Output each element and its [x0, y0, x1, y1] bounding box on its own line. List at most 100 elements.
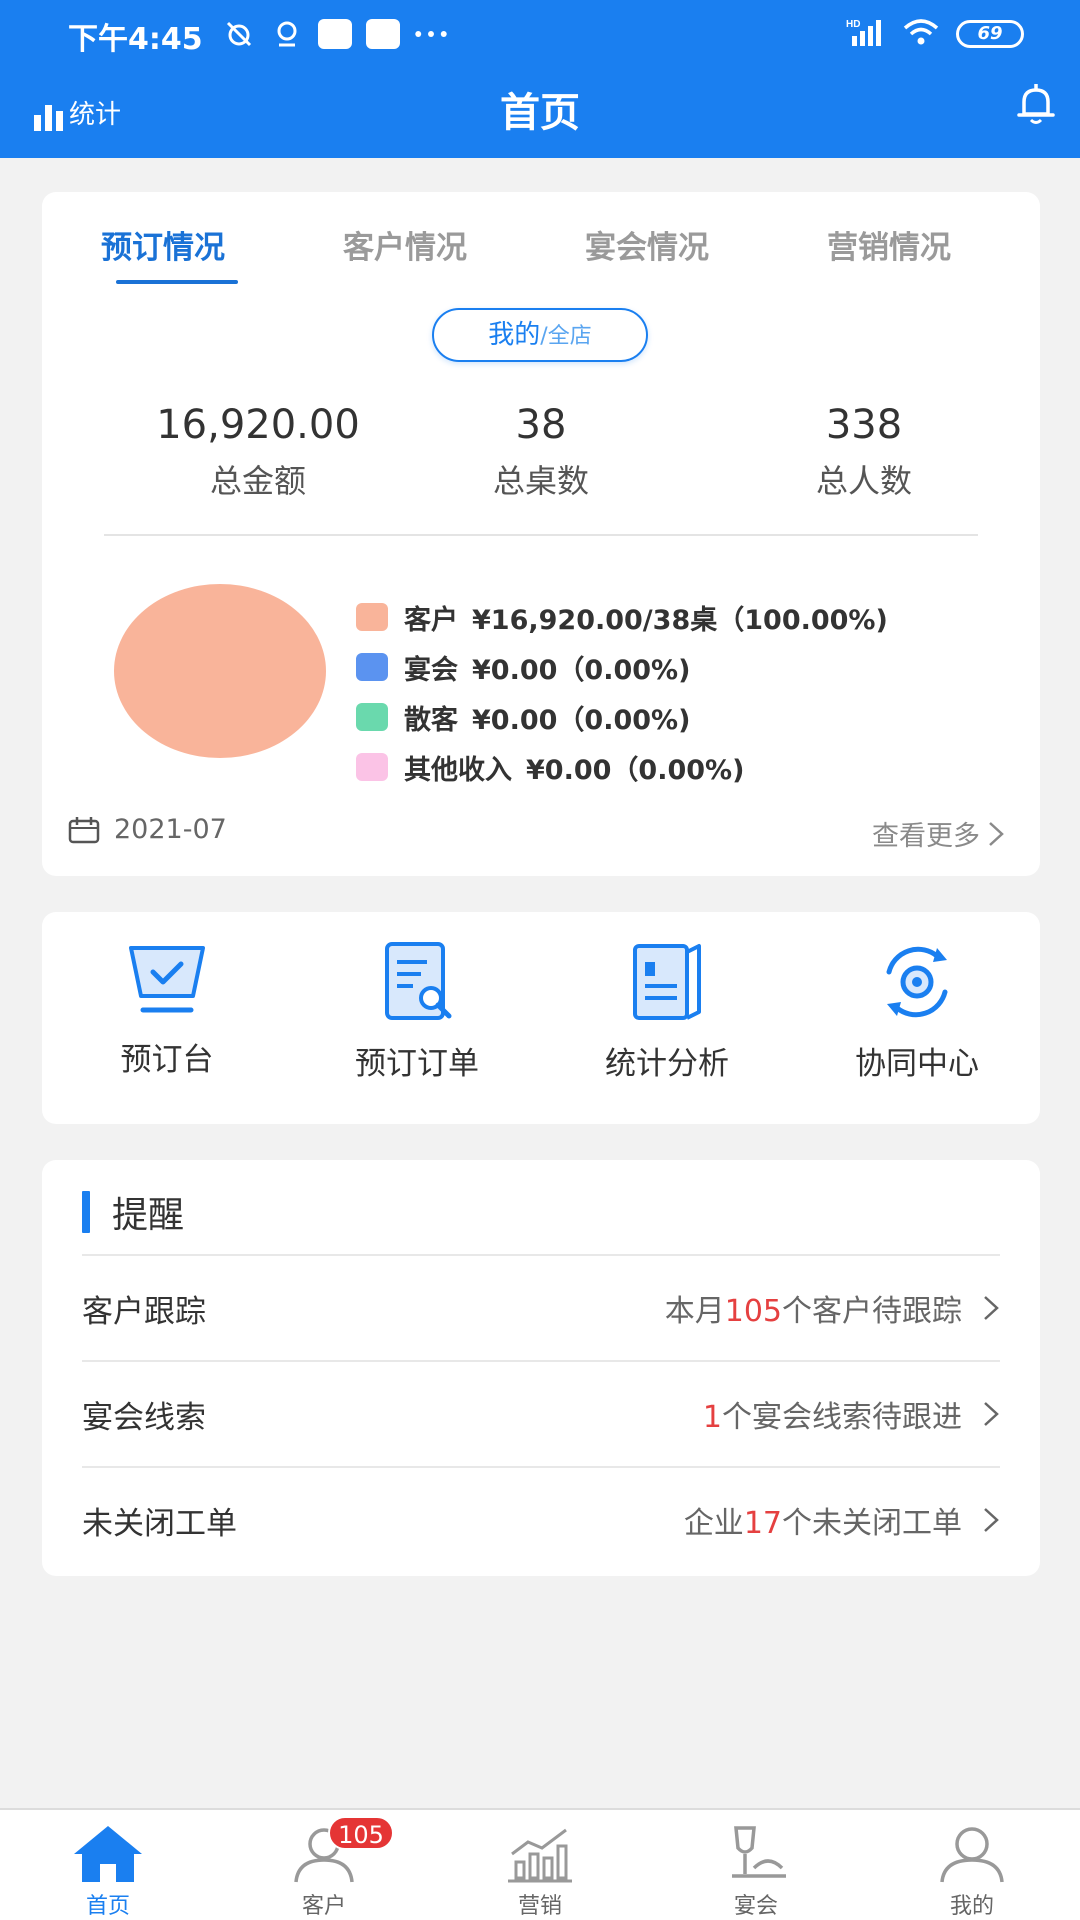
reminder-summary: 企业17个未关闭工单	[684, 1498, 1000, 1542]
legend-swatch	[356, 753, 388, 781]
chevron-right-icon	[984, 1296, 999, 1320]
reminder-count: 1	[702, 1400, 722, 1435]
location-icon	[270, 19, 304, 49]
metrics-row: 16,920.00 总金额 38 总桌数 338 总人数	[42, 402, 1040, 512]
reminder-prefix: 本月	[664, 1294, 725, 1329]
shortcut-booking-desk[interactable]: 预订台	[42, 942, 292, 1079]
nav-marketing[interactable]: 营销	[432, 1824, 648, 1920]
nav-label: 首页	[85, 1894, 130, 1919]
reminder-count: 105	[724, 1294, 782, 1329]
scope-all-label: /全店	[540, 324, 592, 349]
report-book-icon	[633, 944, 701, 1020]
signal-icon: HD	[846, 18, 886, 50]
reminder-summary: 本月105个客户待跟踪	[665, 1286, 1000, 1330]
chevron-right-icon	[984, 1508, 999, 1532]
profile-icon	[940, 1827, 1004, 1883]
nav-banquet[interactable]: 宴会	[648, 1824, 864, 1920]
notification-bell-icon[interactable]	[1012, 80, 1060, 128]
reminder-customer-tracking[interactable]: 客户跟踪 本月105个客户待跟踪	[82, 1254, 1000, 1360]
divider	[104, 534, 978, 536]
wifi-icon	[902, 18, 940, 50]
nav-home[interactable]: 首页	[0, 1824, 216, 1920]
legend-item: 客户 ¥16,920.00/38桌（100.00%)	[356, 592, 888, 642]
active-tab-indicator	[116, 280, 238, 284]
booking-stats-card: 预订情况 客户情况 宴会情况 营销情况 我的/全店 16,920.00 总金额 …	[42, 192, 1040, 876]
legend-swatch	[356, 603, 388, 631]
banquet-icon	[732, 1826, 786, 1878]
reminder-suffix: 个未关闭工单	[782, 1506, 962, 1541]
scope-toggle[interactable]: 我的/全店	[432, 308, 648, 362]
reminders-title: 提醒	[82, 1190, 184, 1236]
nav-customer[interactable]: 105 客户	[216, 1816, 432, 1920]
shortcut-label: 统计分析	[605, 1046, 729, 1082]
metric-value: 338	[825, 402, 903, 448]
reminders-card: 提醒 客户跟踪 本月105个客户待跟踪 宴会线索 1个宴会线索待跟进 未关闭工单…	[42, 1160, 1040, 1576]
home-icon	[74, 1826, 142, 1882]
legend-name: 客户	[404, 604, 458, 636]
period-selector[interactable]: 2021-07	[68, 814, 227, 845]
customer-badge: 105	[328, 1816, 394, 1850]
more-notifications-icon	[414, 19, 448, 49]
chevron-right-icon	[989, 821, 1004, 846]
metric-total-amount: 16,920.00 总金额	[108, 402, 408, 502]
tab-marketing[interactable]: 营销情况	[768, 222, 1010, 267]
legend-item: 宴会 ¥0.00（0.00%)	[356, 642, 888, 692]
legend-value: ¥0.00（0.00%)	[472, 704, 691, 736]
reminder-count: 17	[743, 1506, 782, 1541]
mi-app-icon	[366, 19, 400, 49]
tab-booking[interactable]: 预订情况	[42, 222, 284, 267]
app-header: 下午4:45 HD 69 统计 首页	[0, 0, 1080, 158]
tab-banquet[interactable]: 宴会情况	[526, 222, 768, 267]
status-system-icons: HD 69	[846, 18, 1024, 50]
shortcut-stats-analysis[interactable]: 统计分析	[542, 942, 792, 1083]
legend-name: 其他收入	[404, 754, 512, 786]
reminder-label: 未关闭工单	[82, 1505, 237, 1542]
nav-mine[interactable]: 我的	[864, 1824, 1080, 1920]
metric-value: 38	[515, 402, 567, 448]
scope-mine-label: 我的	[488, 320, 541, 350]
period-date: 2021-07	[114, 814, 227, 845]
legend-item: 散客 ¥0.00（0.00%)	[356, 692, 888, 742]
alarm-off-icon	[222, 19, 256, 49]
shortcut-label: 预订订单	[355, 1046, 479, 1082]
reminder-banquet-leads[interactable]: 宴会线索 1个宴会线索待跟进	[82, 1360, 1000, 1466]
metric-total-tables: 38 总桌数	[391, 402, 691, 502]
status-time: 下午4:45	[68, 22, 203, 57]
view-more-link[interactable]: 查看更多	[872, 814, 1006, 853]
legend-swatch	[356, 703, 388, 731]
legend-item: 其他收入 ¥0.00（0.00%)	[356, 742, 888, 792]
metric-label: 总人数	[815, 462, 912, 500]
legend-name: 散客	[404, 704, 458, 736]
pie-legend: 客户 ¥16,920.00/38桌（100.00%) 宴会 ¥0.00（0.00%) 散…	[356, 592, 888, 792]
legend-value: ¥16,920.00/38桌（100.00%)	[472, 604, 888, 636]
svg-text:HD: HD	[846, 19, 860, 30]
reminder-suffix: 个客户待跟踪	[782, 1294, 962, 1329]
reminder-summary: 1个宴会线索待跟进	[703, 1392, 1000, 1436]
reminder-open-tickets[interactable]: 未关闭工单 企业17个未关闭工单	[82, 1466, 1000, 1572]
shortcuts-card: 预订台 预订订单 统计分析 协同中心	[42, 912, 1040, 1124]
metric-total-people: 338 总人数	[714, 402, 1014, 502]
document-search-icon	[385, 942, 452, 1020]
reminders-title-text: 提醒	[112, 1195, 185, 1236]
tab-customer[interactable]: 客户情况	[284, 222, 526, 267]
shortcut-collab-center[interactable]: 协同中心	[792, 942, 1042, 1083]
nav-label: 宴会	[733, 1894, 778, 1919]
calendar-icon	[68, 816, 100, 843]
mi-app-icon	[318, 19, 352, 49]
nav-label: 客户	[301, 1894, 346, 1919]
battery-indicator: 69	[956, 20, 1024, 48]
legend-swatch	[356, 653, 388, 681]
title-accent-bar	[82, 1191, 90, 1233]
stats-tabs: 预订情况 客户情况 宴会情况 营销情况	[42, 222, 1040, 267]
shortcut-booking-orders[interactable]: 预订订单	[292, 942, 542, 1083]
chart-trend-icon	[508, 1828, 572, 1883]
reminder-label: 客户跟踪	[82, 1293, 206, 1330]
revenue-pie-chart	[114, 584, 326, 758]
view-more-label: 查看更多	[872, 821, 980, 852]
monitor-check-icon	[129, 946, 205, 1013]
chevron-right-icon	[984, 1402, 999, 1426]
sync-gear-icon	[886, 946, 948, 1018]
status-bar: 下午4:45 HD 69	[0, 0, 1080, 70]
shortcut-label: 协同中心	[855, 1046, 979, 1082]
nav-label: 我的	[949, 1894, 994, 1919]
